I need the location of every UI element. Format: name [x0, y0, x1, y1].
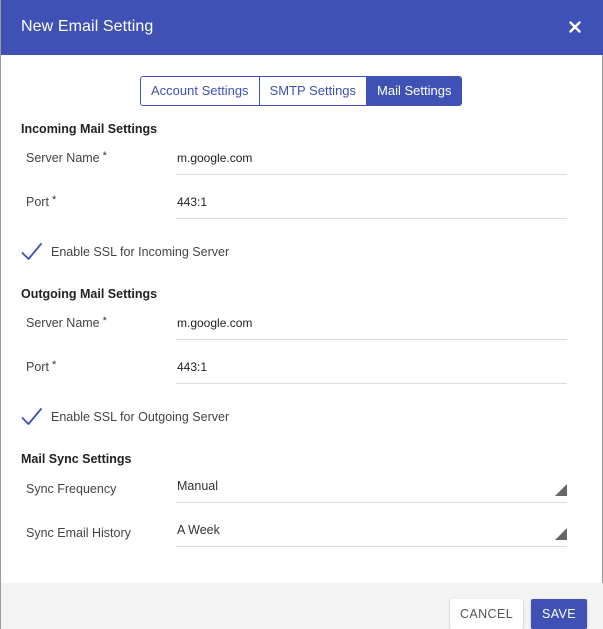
save-button[interactable]: SAVE [531, 599, 587, 629]
sync-frequency-value: Manual [177, 479, 218, 493]
incoming-server-name-label: Server Name * [26, 150, 107, 165]
sync-frequency-select[interactable]: Manual [176, 475, 567, 503]
outgoing-section-title: Outgoing Mail Settings [21, 287, 158, 301]
sync-history-select[interactable]: A Week [176, 519, 567, 547]
required-marker: * [102, 150, 107, 162]
incoming-port-label-text: Port [26, 195, 49, 209]
outgoing-server-name-input[interactable]: m.google.com [176, 312, 567, 340]
outgoing-server-name-label-text: Server Name [26, 316, 100, 330]
checkmark-icon [21, 243, 42, 260]
tab-account-settings[interactable]: Account Settings [141, 77, 259, 105]
dialog-footer: CANCEL SAVE [1, 583, 603, 629]
incoming-server-name-input[interactable]: m.google.com [176, 147, 567, 175]
required-marker: * [51, 359, 57, 371]
required-marker: * [51, 194, 57, 206]
tab-smtp-settings[interactable]: SMTP Settings [258, 77, 367, 105]
dialog-title: New Email Setting [21, 18, 154, 35]
incoming-ssl-checkbox[interactable]: Enable SSL for Incoming Server [21, 242, 229, 262]
close-button[interactable] [561, 13, 589, 41]
dialog-header: New Email Setting [1, 0, 603, 55]
outgoing-port-label: Port * [26, 359, 57, 374]
checkmark-icon [21, 408, 42, 425]
incoming-section-title: Incoming Mail Settings [21, 122, 158, 136]
outgoing-server-name-label: Server Name * [26, 315, 107, 330]
sync-history-value: A Week [177, 523, 220, 537]
close-icon [569, 21, 581, 33]
sync-section-title: Mail Sync Settings [21, 452, 132, 466]
incoming-ssl-label: Enable SSL for Incoming Server [51, 245, 230, 259]
incoming-port-value: 443:1 [177, 195, 208, 209]
outgoing-port-label-text: Port [26, 360, 49, 374]
incoming-port-input[interactable]: 443:1 [176, 191, 567, 219]
required-marker: * [102, 315, 107, 327]
dropdown-caret-icon [555, 484, 567, 496]
dropdown-caret-icon [555, 528, 567, 540]
outgoing-server-name-value: m.google.com [177, 316, 253, 330]
outgoing-ssl-label: Enable SSL for Outgoing Server [51, 410, 230, 424]
incoming-server-name-value: m.google.com [177, 151, 253, 165]
incoming-server-name-label-text: Server Name [26, 151, 100, 165]
settings-tab-group: Account Settings SMTP Settings Mail Sett… [140, 76, 463, 106]
sync-history-label: Sync Email History [26, 526, 131, 540]
cancel-button[interactable]: CANCEL [450, 599, 523, 629]
outgoing-ssl-checkbox[interactable]: Enable SSL for Outgoing Server [21, 407, 229, 427]
outgoing-port-value: 443:1 [177, 360, 208, 374]
email-setting-dialog: New Email Setting Account Settings SMTP … [0, 0, 603, 629]
tab-mail-settings[interactable]: Mail Settings [366, 77, 462, 105]
outgoing-port-input[interactable]: 443:1 [176, 356, 567, 384]
sync-frequency-label: Sync Frequency [26, 482, 117, 496]
incoming-port-label: Port * [26, 194, 57, 209]
